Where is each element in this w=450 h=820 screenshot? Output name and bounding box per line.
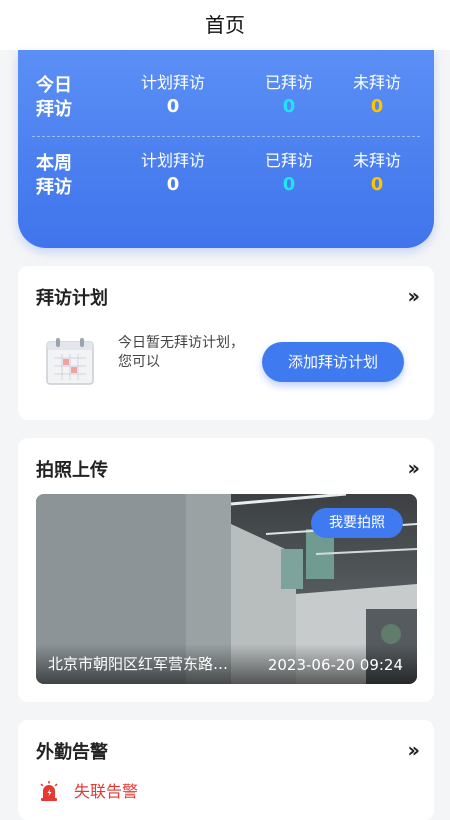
take-photo-button[interactable]: 我要拍照 (311, 508, 403, 538)
today-planned-value: 0 (166, 96, 180, 117)
week-unvisited-value: 0 (370, 174, 384, 195)
visit-plan-empty-line1: 今日暂无拜访计划， (118, 335, 244, 351)
photo-address: 北京市朝阳区红军营东路… (48, 655, 229, 673)
today-label: 今日 拜访 (36, 74, 96, 122)
field-alarm-title: 外勤告警 (36, 742, 108, 763)
add-visit-plan-button[interactable]: 添加拜访计划 (262, 342, 404, 382)
week-unvisited[interactable]: 未拜访 0 (322, 150, 432, 198)
week-label: 本周 拜访 (36, 152, 96, 200)
alarm-icon (40, 781, 58, 801)
photo-upload-more-button[interactable]: ›› (408, 456, 421, 480)
week-planned-value: 0 (166, 174, 180, 195)
lost-contact-alarm-item[interactable]: 失联告警 (74, 778, 138, 802)
week-planned-label: 计划拜访 (140, 151, 205, 170)
week-label-line1: 本周 (36, 153, 72, 174)
week-stats-row: 本周 拜访 计划拜访 0 已拜访 0 未拜访 0 (18, 146, 434, 216)
page-title: 首页 (0, 0, 450, 50)
visit-plan-empty-text: 今日暂无拜访计划， 您可以 (118, 334, 268, 372)
today-label-line1: 今日 (36, 75, 72, 96)
week-label-line2: 拜访 (36, 177, 72, 198)
visit-plan-card: 拜访计划 ›› 今日暂无拜访计划， 您可以 添加拜访计划 (18, 266, 434, 420)
visit-plan-empty-line2: 您可以 (118, 354, 160, 370)
calendar-icon (46, 338, 94, 385)
today-planned-label: 计划拜访 (140, 73, 205, 92)
week-planned[interactable]: 计划拜访 0 (118, 150, 228, 198)
today-unvisited-value: 0 (370, 96, 384, 117)
visit-stats-panel: 今日 拜访 计划拜访 0 已拜访 0 未拜访 0 本周 拜访 计划拜访 0 已拜… (18, 50, 434, 248)
stats-divider (32, 136, 420, 137)
today-unvisited-label: 未拜访 (352, 73, 401, 92)
field-alarm-more-button[interactable]: ›› (408, 738, 421, 762)
today-unvisited[interactable]: 未拜访 0 (322, 72, 432, 120)
photo-caption-bar: 北京市朝阳区红军营东路… 2023-06-20 09:24 (36, 644, 417, 684)
visit-plan-more-button[interactable]: ›› (408, 284, 421, 308)
today-label-line2: 拜访 (36, 99, 72, 120)
today-stats-row: 今日 拜访 计划拜访 0 已拜访 0 未拜访 0 (18, 68, 434, 138)
photo-upload-card: 拍照上传 ›› 我要拍照 北京市朝阳区红军营东路… 2023-06-20 09:… (18, 438, 434, 702)
uploaded-photo[interactable]: 我要拍照 北京市朝阳区红军营东路… 2023-06-20 09:24 (36, 494, 417, 684)
field-alarm-card: 外勤告警 ›› 失联告警 (18, 720, 434, 820)
week-unvisited-label: 未拜访 (352, 151, 401, 170)
today-planned[interactable]: 计划拜访 0 (118, 72, 228, 120)
photo-upload-title: 拍照上传 (36, 460, 108, 481)
photo-timestamp: 2023-06-20 09:24 (267, 656, 403, 674)
visit-plan-title: 拜访计划 (36, 288, 108, 309)
